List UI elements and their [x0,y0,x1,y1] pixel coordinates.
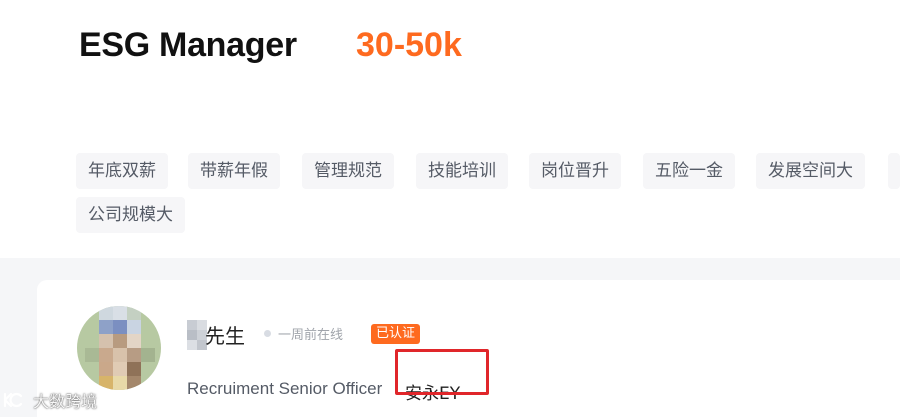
benefit-tag: 五险一金 [643,153,735,189]
job-header: ESG Manager 30-50k 年底双薪 带薪年假 管理规范 技能培训 岗… [0,0,900,258]
benefit-tag: 管理规范 [302,153,394,189]
verified-badge: 已认证 [371,324,421,344]
highlight-annotation-box [395,349,489,395]
watermark-text: 大数跨境 [33,392,98,411]
recruiter-role: Recruiment Senior Officer [187,379,383,398]
benefit-tag: 年底双薪 [76,153,168,189]
avatar[interactable] [77,306,161,390]
online-status-dot [264,330,271,337]
recruiter-section: 先生 一周前在线 已认证 Recruiment Senior Officer 安… [0,258,900,417]
job-title: ESG Manager [79,26,297,64]
recruiter-name: 先生 [205,324,245,348]
watermark-logo-icon [3,392,23,408]
job-salary: 30-50k [356,26,462,64]
benefit-tag-overflow [888,153,900,189]
watermark: 大数跨境 [2,388,97,414]
recruiter-card[interactable]: 先生 一周前在线 已认证 Recruiment Senior Officer 安… [37,280,900,417]
name-redacted [187,320,207,360]
benefit-tag: 岗位晋升 [529,153,621,189]
benefit-tag: 发展空间大 [756,153,865,189]
online-status: 一周前在线 [278,328,344,343]
benefit-tag: 公司规模大 [76,197,185,233]
benefit-tag: 带薪年假 [188,153,280,189]
benefit-tag: 技能培训 [416,153,508,189]
